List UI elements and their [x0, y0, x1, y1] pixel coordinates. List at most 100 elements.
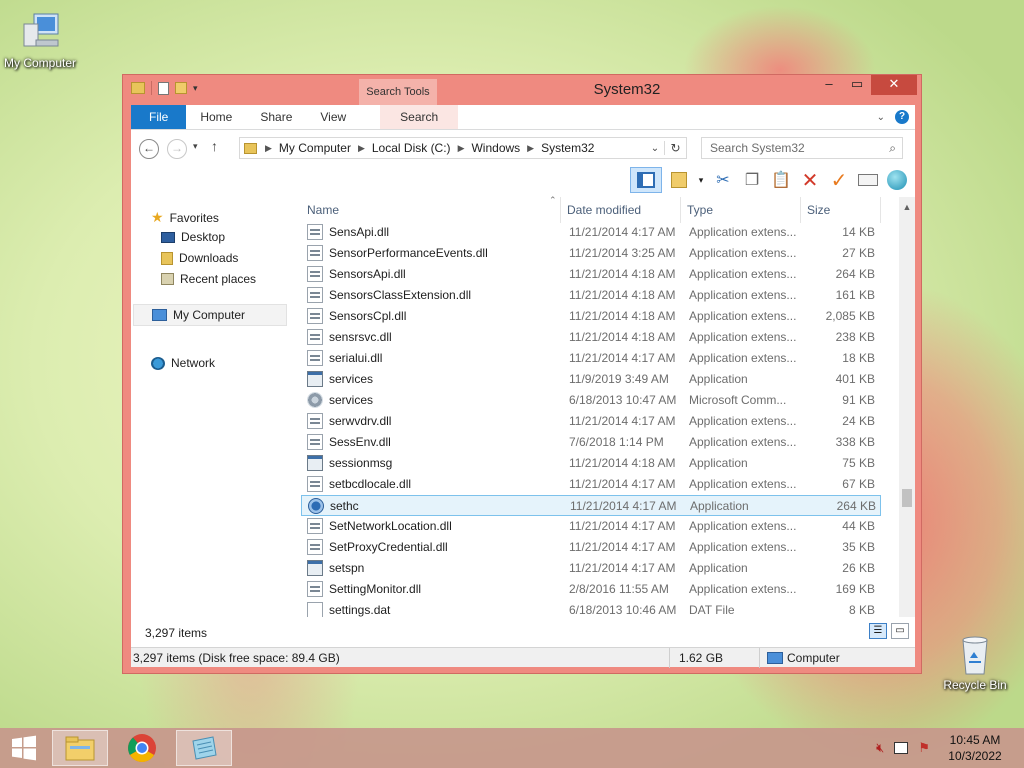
sethc-app-icon — [308, 498, 324, 514]
nav-my-computer[interactable]: My Computer — [133, 304, 287, 326]
nav-label: Favorites — [169, 210, 219, 225]
table-row[interactable]: sethc 11/21/2014 4:17 AM Application 264 KB — [301, 495, 881, 516]
table-row[interactable]: SensorsClassExtension.dll 11/21/2014 4:18… — [301, 285, 881, 306]
table-row[interactable]: SessEnv.dll 7/6/2018 1:14 PM Application e… — [301, 432, 881, 453]
table-row[interactable]: services 6/18/2013 10:47 AM Microsoft Comm… — [301, 390, 881, 411]
tab-home[interactable]: Home — [186, 105, 246, 129]
table-row[interactable]: sessionmsg 11/21/2014 4:18 AM Application 7… — [301, 453, 881, 474]
table-row[interactable]: SensorsApi.dll 11/21/2014 4:18 AM Applicat… — [301, 264, 881, 285]
globe-icon[interactable] — [885, 167, 909, 193]
nav-network[interactable]: Network — [151, 356, 215, 370]
up-arrow-icon[interactable]: ↑ — [211, 138, 218, 154]
action-center-flag-icon[interactable]: ⚑ — [918, 740, 930, 756]
nav-desktop[interactable]: Desktop — [161, 230, 225, 244]
tab-search[interactable]: Search — [380, 105, 459, 129]
taskbar-notepad[interactable] — [176, 730, 232, 766]
expand-ribbon-icon[interactable]: ⌄ — [877, 112, 885, 123]
table-row[interactable]: serialui.dll 11/21/2014 4:17 AM Applicatio… — [301, 348, 881, 369]
file-name: SensorPerformanceEvents.dll — [329, 246, 488, 260]
navigation-bar: ← → ▾ ↑ ▶ My Computer ▶ Local Disk (C:) … — [131, 129, 915, 165]
breadcrumb-windows[interactable]: Windows — [471, 141, 520, 155]
recent-locations-chevron-icon[interactable]: ▾ — [193, 141, 198, 152]
table-row[interactable]: services 11/9/2019 3:49 AM Application 401 … — [301, 369, 881, 390]
file-size: 238 KB — [835, 330, 875, 344]
details-view-icon[interactable]: ☰ — [869, 623, 887, 639]
back-button[interactable]: ← — [139, 139, 159, 159]
file-type: Application extens... — [689, 288, 797, 302]
column-header-size[interactable]: Size — [801, 197, 881, 223]
star-icon: ★ — [151, 209, 164, 225]
recycle-bin-icon — [962, 636, 988, 675]
table-row[interactable]: SettingMonitor.dll 2/8/2016 11:55 AM Appli… — [301, 579, 881, 600]
nav-recent-places[interactable]: Recent places — [161, 272, 256, 286]
file-type: Microsoft Comm... — [689, 393, 787, 407]
speaker-muted-icon[interactable]: 🔇︎ — [876, 740, 884, 756]
chevron-right-icon[interactable]: ▶ — [358, 143, 365, 154]
table-row[interactable]: SensorsCpl.dll 11/21/2014 4:18 AM Applicat… — [301, 306, 881, 327]
dll-file-icon — [307, 329, 323, 345]
chevron-right-icon[interactable]: ▶ — [458, 143, 465, 154]
large-icons-view-icon[interactable]: ▭ — [891, 623, 909, 639]
taskbar-chrome[interactable] — [114, 730, 170, 766]
paste-icon[interactable]: 📋 — [769, 167, 793, 193]
refresh-icon[interactable]: ↻ — [664, 141, 686, 155]
file-name: SettingMonitor.dll — [329, 582, 422, 596]
chevron-down-icon[interactable]: ▾ — [696, 167, 706, 193]
scroll-up-icon[interactable]: ▲ — [899, 199, 915, 215]
search-input[interactable]: Search System32 ⌕ — [701, 137, 903, 159]
table-row[interactable]: SetProxyCredential.dll 11/21/2014 4:17 AM… — [301, 537, 881, 558]
search-icon[interactable]: ⌕ — [889, 138, 896, 158]
nav-label: My Computer — [173, 308, 246, 322]
column-header-type[interactable]: Type — [681, 197, 801, 223]
minimize-button[interactable]: – — [815, 75, 843, 95]
tab-share[interactable]: Share — [246, 105, 306, 129]
preview-pane-icon[interactable] — [630, 167, 662, 193]
desktop-icon-recycle-bin[interactable]: Recycle Bin — [935, 632, 1015, 692]
copy-icon[interactable]: ❐ — [740, 167, 764, 193]
maximize-button[interactable]: ▭ — [843, 75, 871, 95]
start-button[interactable] — [0, 730, 48, 766]
forward-button[interactable]: → — [167, 139, 187, 159]
breadcrumb-system32[interactable]: System32 — [541, 141, 594, 155]
tab-view[interactable]: View — [306, 105, 360, 129]
file-date-modified: 11/21/2014 4:18 AM — [569, 330, 676, 344]
delete-icon[interactable]: ✕ — [798, 167, 822, 193]
address-bar[interactable]: ▶ My Computer ▶ Local Disk (C:) ▶ Window… — [239, 137, 687, 159]
file-size: 18 KB — [842, 351, 875, 365]
chevron-right-icon[interactable]: ▶ — [527, 143, 534, 154]
vertical-scrollbar[interactable]: ▲ ▼ — [899, 197, 915, 637]
chevron-right-icon[interactable]: ▶ — [265, 143, 272, 154]
file-list: ⌃ Name Date modified Type Size SensApi.d… — [301, 195, 901, 637]
title-bar[interactable]: ▾ Search Tools System32 – ▭ ✕ — [123, 75, 921, 105]
clock[interactable]: 10:45 AM 10/3/2022 — [940, 732, 1010, 764]
nav-downloads[interactable]: Downloads — [161, 251, 238, 265]
table-row[interactable]: setbcdlocale.dll 11/21/2014 4:17 AM Applic… — [301, 474, 881, 495]
table-row[interactable]: SensorPerformanceEvents.dll 11/21/2014 3:… — [301, 243, 881, 264]
table-row[interactable]: serwvdrv.dll 11/21/2014 4:17 AM Applicatio… — [301, 411, 881, 432]
nav-favorites[interactable]: ★ Favorites — [151, 209, 219, 226]
table-row[interactable]: sensrsvc.dll 11/21/2014 4:18 AM Applicatio… — [301, 327, 881, 348]
checkmark-icon[interactable]: ✓ — [827, 167, 851, 193]
view-options-icon[interactable] — [667, 167, 691, 193]
table-row[interactable]: SensApi.dll 11/21/2014 4:17 AM Application… — [301, 222, 881, 243]
desktop-icon — [161, 231, 175, 243]
rename-icon[interactable] — [856, 167, 880, 193]
desktop-icon-my-computer[interactable]: My Computer — [0, 10, 80, 70]
content-area: ★ Favorites Desktop Downloads Recent pla… — [131, 195, 915, 637]
tab-file[interactable]: File — [131, 105, 187, 129]
cut-icon[interactable]: ✂ — [711, 167, 735, 193]
breadcrumb-local-disk[interactable]: Local Disk (C:) — [372, 141, 451, 155]
console-snapin-icon — [307, 392, 323, 408]
taskbar-file-explorer[interactable] — [52, 730, 108, 766]
table-row[interactable]: SetNetworkLocation.dll 11/21/2014 4:17 AM… — [301, 516, 881, 537]
windows-logo-icon — [12, 735, 36, 761]
table-row[interactable]: setspn 11/21/2014 4:17 AM Application 26 KB — [301, 558, 881, 579]
help-icon[interactable]: ? — [895, 110, 909, 124]
network-status-icon[interactable] — [894, 742, 909, 754]
scrollbar-thumb[interactable] — [902, 489, 912, 507]
address-dropdown-icon[interactable]: ⌄ — [646, 143, 664, 154]
column-header-date-modified[interactable]: Date modified — [561, 197, 681, 223]
column-header-name[interactable]: Name — [301, 197, 561, 223]
close-button[interactable]: ✕ — [871, 75, 917, 95]
breadcrumb-my-computer[interactable]: My Computer — [279, 141, 351, 155]
